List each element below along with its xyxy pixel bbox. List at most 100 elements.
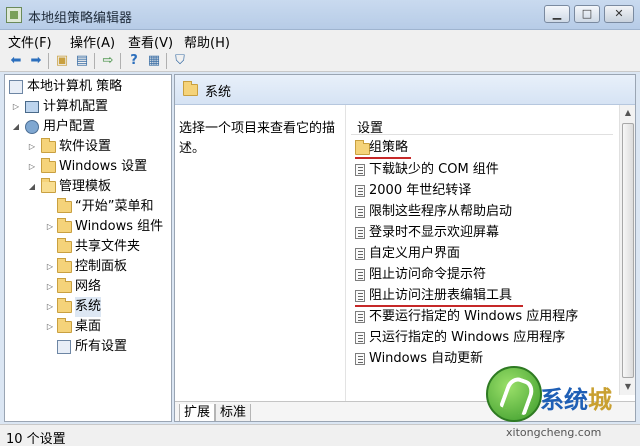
toolbar-separator bbox=[166, 53, 167, 69]
tree-item-label: 控制面板 bbox=[75, 259, 128, 274]
policy-setting-icon bbox=[355, 206, 365, 218]
tab-standard[interactable]: 标准 bbox=[215, 404, 252, 421]
show-tree-icon[interactable]: ▤ bbox=[74, 53, 90, 69]
menu-view[interactable]: 查看(V) bbox=[128, 32, 173, 51]
tree-item-label: 本地计算机 策略 bbox=[27, 79, 123, 94]
menu-help[interactable]: 帮助(H) bbox=[184, 32, 230, 51]
scrollbar-thumb[interactable] bbox=[622, 123, 634, 378]
folder-icon bbox=[57, 218, 72, 233]
title-bar: 本地组策略编辑器 ▁ □ ✕ bbox=[0, 0, 640, 30]
tree-item-shared-folders[interactable]: 共享文件夹 bbox=[5, 237, 171, 257]
help-icon[interactable]: ? bbox=[126, 53, 142, 69]
policy-setting-icon bbox=[355, 332, 365, 344]
list-item-label: 登录时不显示欢迎屏幕 bbox=[369, 225, 500, 240]
watermark-logo-icon bbox=[486, 366, 542, 422]
menu-action[interactable]: 操作(A) bbox=[70, 32, 115, 51]
folder-icon bbox=[57, 258, 72, 273]
expand-arrow-icon[interactable]: ▷ bbox=[45, 217, 55, 237]
tree-item-label: 共享文件夹 bbox=[75, 239, 141, 254]
maximize-icon: □ bbox=[581, 7, 593, 20]
site-watermark: 系统城 xitongcheng.com bbox=[478, 360, 638, 444]
settings-folder-icon bbox=[57, 340, 71, 354]
tree-item-label: 系统 bbox=[75, 297, 102, 317]
tree-item-admin-templates[interactable]: ◢ 管理模板 bbox=[5, 177, 171, 197]
policy-icon bbox=[9, 80, 23, 94]
policy-setting-icon bbox=[355, 290, 365, 302]
close-icon: ✕ bbox=[614, 7, 624, 20]
expand-arrow-icon[interactable]: ▷ bbox=[27, 137, 37, 157]
tree-item-windows-settings[interactable]: ▷ Windows 设置 bbox=[5, 157, 171, 177]
policy-setting-icon bbox=[355, 353, 365, 365]
collapse-arrow-icon[interactable]: ◢ bbox=[11, 117, 21, 137]
expand-arrow-icon[interactable]: ▷ bbox=[45, 257, 55, 277]
tree-item-computer-config[interactable]: ▷ 计算机配置 bbox=[5, 97, 171, 117]
pane-divider bbox=[345, 105, 346, 405]
export-icon[interactable]: ⇨ bbox=[100, 53, 116, 69]
column-header-settings[interactable]: 设置 bbox=[351, 109, 613, 136]
folder-icon bbox=[57, 318, 72, 333]
expand-arrow-icon[interactable]: ▷ bbox=[11, 97, 21, 117]
tree-item-desktop[interactable]: ▷ 桌面 bbox=[5, 317, 171, 337]
tree-item-label: 软件设置 bbox=[59, 139, 112, 154]
policy-setting-icon bbox=[355, 248, 365, 260]
tree-item-label: “开始”菜单和 bbox=[75, 199, 154, 214]
tree-item-windows-components[interactable]: ▷ Windows 组件 bbox=[5, 217, 171, 237]
scroll-up-icon[interactable]: ▲ bbox=[620, 105, 635, 121]
tree-item-control-panel[interactable]: ▷ 控制面板 bbox=[5, 257, 171, 277]
folder-icon bbox=[57, 278, 72, 293]
tree-item-system[interactable]: ▷ 系统 bbox=[5, 297, 171, 317]
expand-arrow-icon[interactable]: ▷ bbox=[45, 297, 55, 317]
tree-item-label: 桌面 bbox=[75, 319, 102, 334]
properties-icon[interactable]: ▦ bbox=[146, 53, 162, 69]
minimize-icon: ▁ bbox=[552, 7, 562, 20]
list-item-label: 组策略 bbox=[369, 140, 409, 155]
menu-file[interactable]: 文件(F) bbox=[8, 32, 52, 51]
up-folder-icon[interactable]: ▣ bbox=[54, 53, 70, 69]
tab-extended[interactable]: 扩展 bbox=[179, 404, 216, 421]
folder-icon bbox=[41, 138, 56, 153]
back-arrow-icon[interactable]: ⬅ bbox=[8, 53, 24, 69]
policy-setting-icon bbox=[355, 164, 365, 176]
tree-item-software-settings[interactable]: ▷ 软件设置 bbox=[5, 137, 171, 157]
folder-icon bbox=[57, 238, 72, 253]
policy-setting-icon bbox=[355, 185, 365, 197]
filter-icon[interactable]: ⛉ bbox=[172, 53, 188, 69]
list-item-label: 下载缺少的 COM 组件 bbox=[369, 162, 499, 177]
folder-icon bbox=[41, 158, 56, 173]
maximize-button[interactable]: □ bbox=[574, 5, 600, 23]
watermark-url: xitongcheng.com bbox=[506, 426, 602, 439]
tree-item-label: 网络 bbox=[75, 279, 102, 294]
list-item-label: 限制这些程序从帮助启动 bbox=[369, 204, 513, 219]
tree-item-user-config[interactable]: ◢ 用户配置 bbox=[5, 117, 171, 137]
vertical-scrollbar[interactable]: ▲ ▼ bbox=[619, 105, 635, 395]
folder-icon bbox=[355, 140, 370, 155]
tree-item-label: Windows 组件 bbox=[75, 219, 164, 234]
details-header: 系统 bbox=[175, 75, 635, 105]
expand-arrow-icon[interactable]: ▷ bbox=[45, 317, 55, 337]
policy-setting-icon bbox=[355, 311, 365, 323]
toolbar-separator bbox=[48, 53, 49, 69]
tree-item-all-settings[interactable]: 所有设置 bbox=[5, 337, 171, 357]
description-text: 选择一个项目来查看它的描述。 bbox=[179, 121, 336, 156]
folder-icon bbox=[183, 81, 198, 96]
toolbar: ⬅ ➡ ▣ ▤ ⇨ ? ▦ ⛉ bbox=[0, 50, 640, 72]
tree-item-local-policy[interactable]: 本地计算机 策略 bbox=[5, 77, 171, 97]
list-item-label: 阻止访问命令提示符 bbox=[369, 267, 487, 282]
expand-arrow-icon[interactable]: ▷ bbox=[27, 157, 37, 177]
status-text: 10 个设置 bbox=[6, 432, 66, 446]
toolbar-separator bbox=[120, 53, 121, 69]
close-button[interactable]: ✕ bbox=[604, 5, 634, 23]
collapse-arrow-icon[interactable]: ◢ bbox=[27, 177, 37, 197]
column-header-label: 设置 bbox=[357, 121, 384, 136]
tree-item-network[interactable]: ▷ 网络 bbox=[5, 277, 171, 297]
tree-item-start-menu[interactable]: “开始”菜单和 bbox=[5, 197, 171, 217]
folder-icon bbox=[57, 298, 72, 313]
minimize-button[interactable]: ▁ bbox=[544, 5, 570, 23]
tree-pane[interactable]: 本地计算机 策略 ▷ 计算机配置 ◢ 用户配置 ▷ 软件设置 ▷ Windows… bbox=[4, 74, 172, 422]
toolbar-separator bbox=[94, 53, 95, 69]
list-item-label: 自定义用户界面 bbox=[369, 246, 461, 261]
list-item-label: 阻止访问注册表编辑工具 bbox=[369, 288, 513, 303]
forward-arrow-icon[interactable]: ➡ bbox=[28, 53, 44, 69]
list-item-label: 不要运行指定的 Windows 应用程序 bbox=[369, 309, 579, 324]
expand-arrow-icon[interactable]: ▷ bbox=[45, 277, 55, 297]
